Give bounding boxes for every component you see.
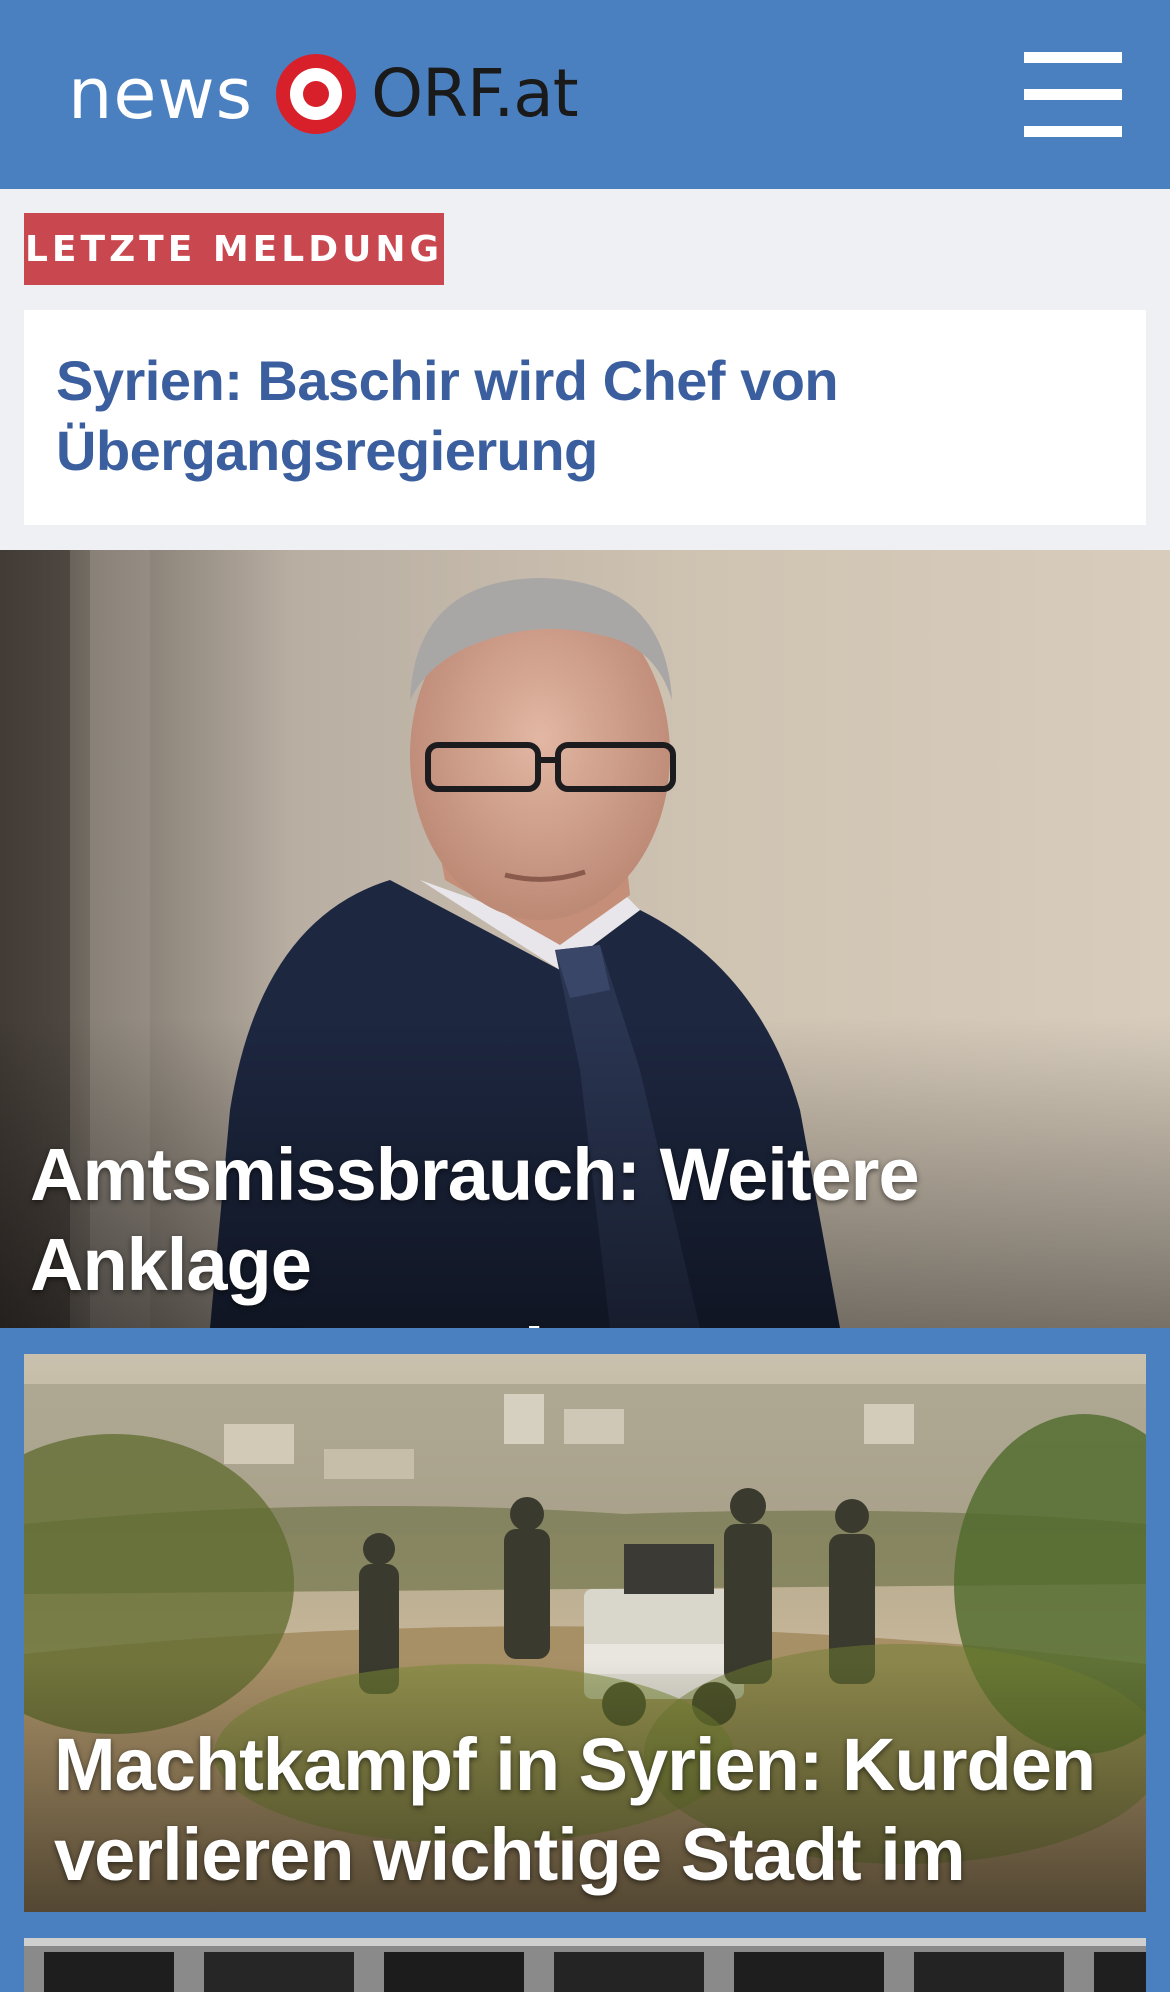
logo-news-text: news [68, 53, 254, 135]
orf-eye-logo-icon [276, 54, 357, 134]
logo-orf-text: ORF.at [371, 55, 578, 132]
hamburger-menu-icon[interactable] [1024, 52, 1122, 137]
story-card-jenewein[interactable]: Amtsmissbrauch: Weitere Anklage gegen Je… [0, 550, 1170, 1328]
story-title: Machtkampf in Syrien: Kurden verlieren w… [54, 1723, 1096, 1912]
orf-news-logo[interactable]: news ORF.at [68, 48, 579, 140]
site-header: news ORF.at [0, 0, 1170, 189]
story-card-partial[interactable] [24, 1938, 1146, 1992]
breaking-news-badge: LETZTE MELDUNG [24, 213, 444, 285]
breaking-news-title: Syrien: Baschir wird Chef von Übergangsr… [56, 349, 839, 482]
story-card-syrien[interactable]: Machtkampf in Syrien: Kurden verlieren w… [24, 1354, 1146, 1912]
story-title: Amtsmissbrauch: Weitere Anklage gegen Je… [30, 1133, 920, 1328]
breaking-news-card[interactable]: Syrien: Baschir wird Chef von Übergangsr… [24, 310, 1146, 525]
building-windows-photo [24, 1938, 1146, 1992]
